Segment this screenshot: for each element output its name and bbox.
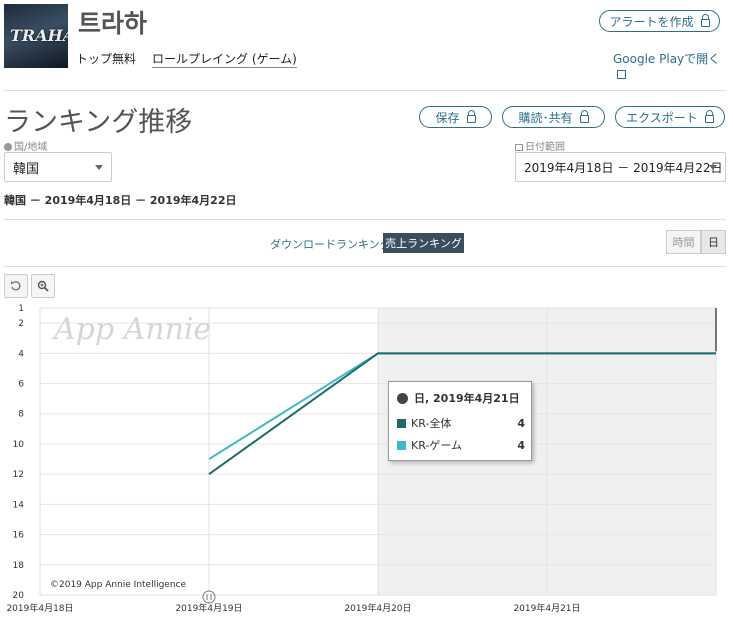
export-label: エクスポート xyxy=(626,110,698,125)
y-tick-label: 20 xyxy=(13,591,25,601)
tooltip-row-label: KR-ゲーム xyxy=(411,439,463,452)
chevron-down-icon xyxy=(95,165,103,170)
y-tick-label: 14 xyxy=(13,500,25,510)
chart-tooltip: 日, 2019年4月21日 KR-全体 4 KR-ゲーム 4 xyxy=(388,381,532,461)
date-range-label: 日付範囲 xyxy=(515,138,565,153)
zoom-in-icon xyxy=(37,280,49,292)
category-top-free[interactable]: トップ無料 xyxy=(76,50,136,67)
subscribe-share-button[interactable]: 購読･共有 xyxy=(502,106,605,128)
tooltip-title: 日, 2019年4月21日 xyxy=(414,392,520,405)
calendar-icon xyxy=(515,144,523,151)
section-title: ランキング推移 xyxy=(4,107,193,138)
tab-download-ranking[interactable]: ダウンロードランキング xyxy=(270,236,391,252)
create-alert-label: アラートを作成 xyxy=(609,14,694,29)
y-tick-label: 6 xyxy=(18,380,24,390)
divider xyxy=(4,90,726,91)
save-button[interactable]: 保存 xyxy=(419,106,492,128)
y-tick-label: 4 xyxy=(18,349,24,359)
globe-icon xyxy=(397,392,408,404)
y-tick-label: 2 xyxy=(18,319,24,329)
app-icon: TRAHA xyxy=(4,4,68,68)
google-play-label: Google Playで開く xyxy=(613,52,721,66)
app-title: 트라하 xyxy=(78,9,148,38)
tooltip-row: KR-全体 4 xyxy=(397,415,525,431)
range-handle xyxy=(202,590,216,604)
x-tick-label: 2019年4月19日 xyxy=(175,602,242,614)
y-tick-label: 10 xyxy=(13,440,25,450)
tooltip-row-label: KR-全体 xyxy=(411,417,452,430)
date-range-value: 2019年4月18日 － 2019年4月22日 xyxy=(524,160,723,175)
tab-sales-ranking[interactable]: 売上ランキング xyxy=(383,233,464,253)
series-swatch xyxy=(397,440,406,450)
reset-zoom-button[interactable] xyxy=(4,274,28,298)
divider xyxy=(4,266,726,267)
lock-icon xyxy=(700,14,710,27)
country-label: 国/地域 xyxy=(4,138,47,153)
globe-icon xyxy=(4,143,12,151)
country-select[interactable]: 韓国 xyxy=(4,152,112,182)
y-tick-label: 1 xyxy=(18,304,24,314)
zoom-in-button[interactable] xyxy=(31,274,55,298)
divider xyxy=(4,219,726,220)
export-button[interactable]: エクスポート xyxy=(615,106,725,128)
lock-icon xyxy=(579,110,589,123)
chart-watermark: App Annie xyxy=(54,312,212,347)
subscribe-share-label: 購読･共有 xyxy=(518,110,573,125)
y-tick-label: 12 xyxy=(13,470,24,480)
create-alert-button[interactable]: アラートを作成 xyxy=(599,10,720,32)
x-tick-label: 2019年4月21日 xyxy=(513,602,580,614)
app-icon-logo: TRAHA xyxy=(10,26,68,45)
chevron-down-icon xyxy=(709,165,717,170)
category-role-playing[interactable]: ロールプレイング (ゲーム) xyxy=(152,50,297,68)
tooltip-header: 日, 2019年4月21日 xyxy=(397,390,520,406)
chart-copyright: ©2019 App Annie Intelligence xyxy=(50,580,187,590)
google-play-link[interactable]: Google Playで開く xyxy=(613,50,733,81)
country-value: 韓国 xyxy=(13,161,40,177)
x-tick-label: 2019年4月18日 xyxy=(6,602,73,614)
lock-icon xyxy=(704,110,714,123)
range-summary: 韓国 － 2019年4月18日 － 2019年4月22日 xyxy=(4,194,237,207)
y-tick-label: 16 xyxy=(13,531,25,541)
tooltip-row: KR-ゲーム 4 xyxy=(397,437,525,453)
tooltip-row-value: 4 xyxy=(517,416,525,430)
ranking-chart[interactable]: 124681012141618202019年4月18日 2019年4月19日 201… xyxy=(0,300,733,617)
y-tick-label: 8 xyxy=(18,410,24,420)
save-label: 保存 xyxy=(435,110,460,125)
granularity-daily-button[interactable]: 日 xyxy=(701,230,726,254)
external-link-icon xyxy=(617,70,626,79)
tooltip-row-value: 4 xyxy=(517,438,525,452)
date-range-select[interactable]: 2019年4月18日 － 2019年4月22日 xyxy=(515,152,726,182)
reset-zoom-icon xyxy=(11,281,21,291)
series-swatch xyxy=(397,418,406,428)
x-tick-label: 2019年4月20日 xyxy=(344,602,411,614)
granularity-hourly-button[interactable]: 時間 xyxy=(666,230,701,254)
y-tick-label: 18 xyxy=(13,561,25,571)
lock-icon xyxy=(466,110,476,123)
